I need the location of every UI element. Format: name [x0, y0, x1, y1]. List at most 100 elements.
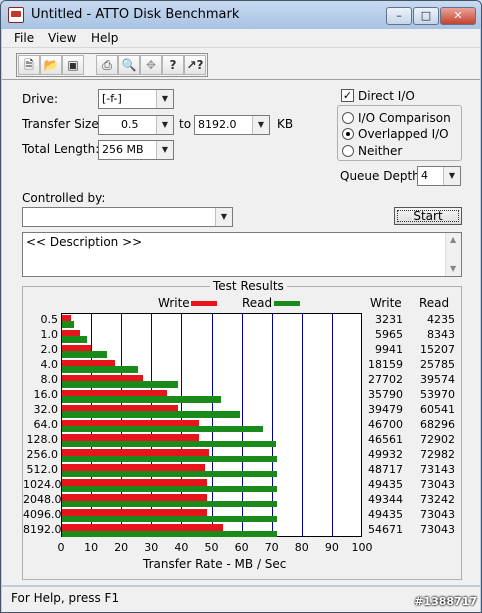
- y-tick-label: 0.5: [40, 313, 59, 327]
- write-value: 48717: [368, 462, 403, 476]
- transfer-from-select[interactable]: 0.5 ▼: [98, 115, 174, 135]
- read-bar: [62, 500, 278, 508]
- read-bar: [62, 426, 263, 433]
- y-tick-label: 128.0: [26, 432, 59, 446]
- maximize-button[interactable]: □: [413, 7, 439, 25]
- queue-depth-label: Queue Depth:: [340, 169, 424, 183]
- read-bar: [62, 381, 179, 388]
- grid-line: [301, 313, 303, 537]
- new-icon[interactable]: 🗎: [18, 55, 40, 75]
- menu-view[interactable]: View: [48, 31, 76, 45]
- x-tick-label: 60: [234, 541, 249, 554]
- x-tick-label: 40: [174, 541, 189, 554]
- start-button[interactable]: Start: [394, 207, 462, 225]
- read-bar: [62, 440, 277, 448]
- write-value: 3231: [375, 313, 403, 327]
- save-icon[interactable]: ▣: [62, 55, 84, 75]
- main-panel: Drive: [-f-] ▼ Transfer Size: 0.5 ▼ to 8…: [2, 80, 480, 585]
- read-value: 15207: [420, 343, 455, 357]
- total-length-label: Total Length:: [22, 142, 100, 156]
- status-text: For Help, press F1: [11, 591, 120, 605]
- write-value: 49344: [368, 492, 403, 506]
- queue-depth-value: 4: [421, 169, 428, 182]
- title-bar[interactable]: Untitled - ATTO Disk Benchmark – □ ✕: [1, 1, 481, 29]
- legend-write-swatch: [191, 301, 217, 306]
- print-preview-icon[interactable]: 🔍: [118, 55, 140, 75]
- move-icon[interactable]: ✥: [140, 55, 162, 75]
- overlapped-io-label: Overlapped I/O: [358, 127, 449, 141]
- x-axis-label: Transfer Rate - MB / Sec: [143, 557, 287, 571]
- write-value: 49435: [368, 507, 403, 521]
- menu-bar: File View Help: [2, 29, 480, 48]
- chevron-down-icon[interactable]: ▼: [443, 167, 460, 185]
- y-tick-label: 4096.0: [23, 507, 62, 521]
- window-title: Untitled - ATTO Disk Benchmark: [31, 7, 240, 22]
- neither-radio[interactable]: [342, 145, 354, 157]
- read-value: 53970: [420, 388, 455, 402]
- io-comparison-label: I/O Comparison: [358, 111, 451, 125]
- chevron-down-icon[interactable]: ▼: [156, 90, 173, 108]
- y-tick-label: 4.0: [40, 358, 59, 372]
- help-icon[interactable]: ?: [162, 55, 184, 75]
- total-length-select[interactable]: 256 MB ▼: [98, 140, 174, 160]
- toolbar-group: 🗎 📂 ▣ ⎙ 🔍 ✥ ? ↗?: [16, 53, 208, 77]
- minimize-button[interactable]: –: [386, 7, 412, 25]
- read-value: 73043: [420, 522, 455, 536]
- chevron-down-icon[interactable]: ▼: [156, 116, 173, 134]
- write-value: 5965: [375, 328, 403, 342]
- read-bar: [62, 530, 277, 537]
- x-tick-label: 100: [351, 541, 373, 554]
- controlled-by-label: Controlled by:: [22, 191, 106, 205]
- chevron-down-icon[interactable]: ▼: [156, 141, 173, 159]
- drive-value: [-f-]: [102, 92, 122, 105]
- drive-select[interactable]: [-f-] ▼: [98, 89, 174, 109]
- y-tick-label: 32.0: [33, 403, 59, 417]
- test-results-panel: Test Results Write Read Write Read 0 10 20…: [22, 279, 462, 580]
- x-tick-label: 0: [57, 541, 65, 554]
- y-tick-label: 8192.0: [23, 522, 62, 536]
- app-icon[interactable]: [8, 7, 24, 23]
- y-tick-label: 512.0: [26, 462, 59, 476]
- read-value: 72982: [420, 447, 455, 461]
- write-value: 49435: [368, 477, 403, 491]
- menu-file[interactable]: File: [14, 31, 34, 45]
- open-icon[interactable]: 📂: [40, 55, 62, 75]
- overlapped-io-radio[interactable]: [342, 128, 354, 140]
- x-tick-label: 30: [144, 541, 159, 554]
- transfer-size-label: Transfer Size:: [22, 117, 103, 131]
- description-text: << Description >>: [26, 235, 143, 249]
- description-scrollbar[interactable]: ▲ ▼: [445, 233, 461, 276]
- x-tick-label: 90: [324, 541, 339, 554]
- controlled-by-select[interactable]: ▼: [22, 207, 233, 227]
- read-value: 73043: [420, 507, 455, 521]
- read-value: 4235: [427, 313, 455, 327]
- scroll-down-icon[interactable]: ▼: [450, 264, 456, 273]
- transfer-to-select[interactable]: 8192.0 ▼: [194, 115, 270, 135]
- read-value: 25785: [420, 358, 455, 372]
- chevron-down-icon[interactable]: ▼: [215, 208, 232, 226]
- chevron-down-icon[interactable]: ▼: [252, 116, 269, 134]
- write-value: 46561: [368, 432, 403, 446]
- write-value: 46700: [368, 418, 403, 431]
- read-value: 73242: [420, 492, 455, 506]
- y-tick-label: 256.0: [26, 447, 59, 461]
- write-value: 35790: [368, 388, 403, 402]
- read-bar: [62, 485, 277, 493]
- write-value: 49932: [368, 447, 403, 461]
- read-bar: [62, 336, 87, 343]
- x-tick-label: 50: [204, 541, 219, 554]
- description-box[interactable]: << Description >> ▲ ▼: [22, 232, 462, 277]
- context-help-icon[interactable]: ↗?: [184, 55, 206, 75]
- read-value: 60541: [420, 403, 455, 417]
- read-value: 39574: [420, 373, 455, 387]
- print-icon[interactable]: ⎙: [96, 55, 118, 75]
- scroll-up-icon[interactable]: ▲: [450, 235, 456, 244]
- read-value: 73043: [420, 477, 455, 491]
- close-button[interactable]: ✕: [440, 7, 476, 25]
- write-value: 39479: [368, 403, 403, 417]
- direct-io-checkbox[interactable]: ✓: [341, 89, 354, 102]
- queue-depth-select[interactable]: 4 ▼: [417, 166, 461, 186]
- transfer-to-value: 8192.0: [198, 118, 237, 131]
- io-comparison-radio[interactable]: [342, 112, 354, 124]
- menu-help[interactable]: Help: [91, 31, 118, 45]
